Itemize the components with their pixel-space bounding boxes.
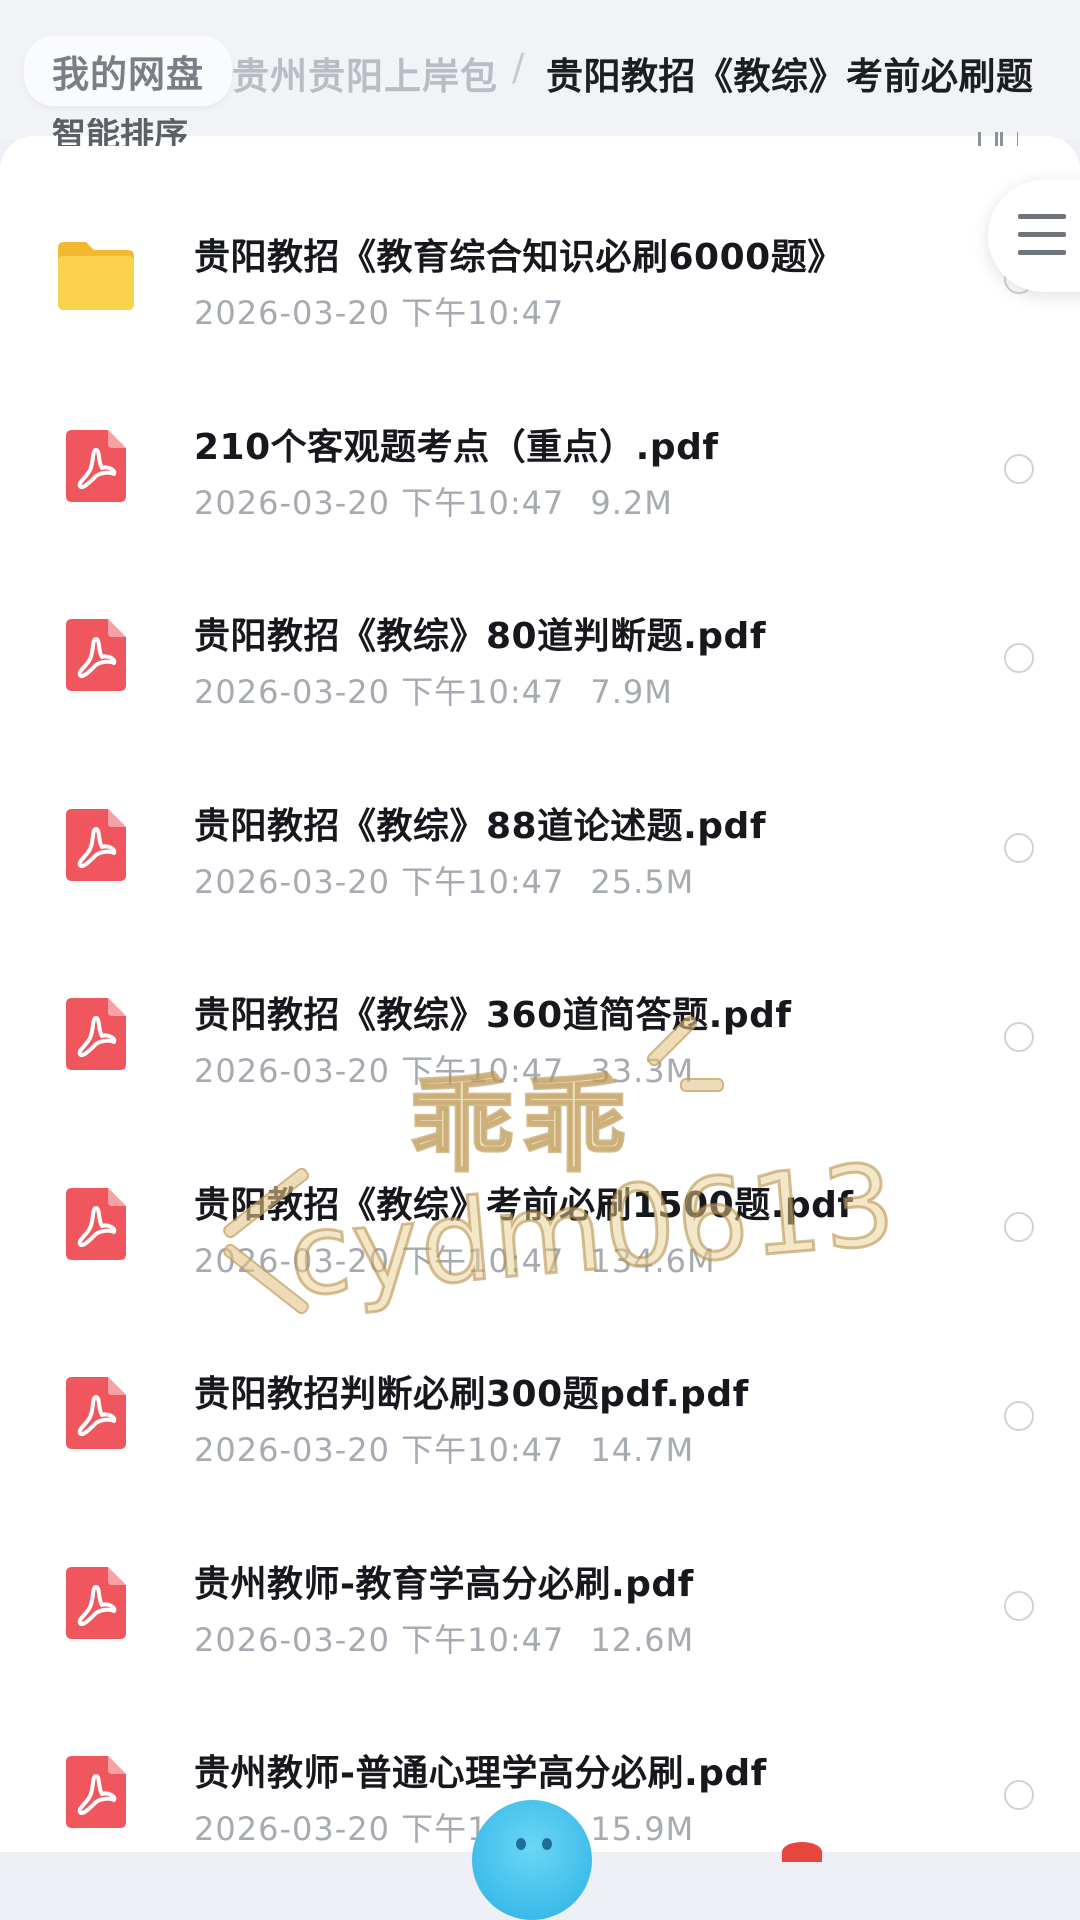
- grid-view-icon[interactable]: [978, 132, 1018, 146]
- file-date: 2026-03-20 下午10:47: [194, 862, 565, 901]
- breadcrumb-current-folder: 贵阳教招《教综》考前必刷题: [546, 55, 1034, 98]
- pdf-file-icon: [64, 1565, 128, 1641]
- file-name: 贵阳教招《教综》80道判断题.pdf: [194, 616, 766, 657]
- pdf-file-icon: [64, 1375, 128, 1451]
- select-radio[interactable]: [1004, 453, 1034, 484]
- file-date: 2026-03-20 下午10:47: [194, 1431, 565, 1469]
- file-name: 贵阳教招判断必刷300题pdf.pdf: [194, 1374, 749, 1415]
- breadcrumb-separator: /: [512, 46, 525, 89]
- file-meta: 2026-03-20 下午10:47 12.6M: [194, 1615, 694, 1661]
- pdf-file-icon: [64, 617, 128, 693]
- notification-dot-icon: [782, 1842, 822, 1862]
- file-date: 2026-03-20 下午10:47: [194, 673, 565, 711]
- file-name: 贵州教师-普通心理学高分必刷.pdf: [194, 1753, 767, 1794]
- menu-icon: [1018, 214, 1066, 219]
- select-radio[interactable]: [1004, 832, 1034, 863]
- select-radio[interactable]: [1004, 1211, 1034, 1242]
- file-meta: 2026-03-20 下午10:47: [194, 288, 564, 334]
- breadcrumb-root-my-drive[interactable]: 我的网盘: [24, 36, 232, 106]
- file-name: 贵阳教招《教综》88道论述题.pdf: [194, 805, 766, 847]
- file-date: 2026-03-20 下午10:47: [194, 1620, 565, 1659]
- sort-button[interactable]: 智能排序: [52, 118, 188, 146]
- pdf-file-icon: [64, 807, 128, 883]
- file-date: 2026-03-20 下午10:47: [194, 294, 565, 332]
- breadcrumb-parent-folder[interactable]: 贵州贵阳上岸包: [232, 46, 498, 100]
- pdf-file-icon: [64, 1186, 128, 1262]
- file-date: 2026-03-20 下午10:47: [194, 483, 565, 522]
- file-size: 15.9M: [590, 1810, 695, 1848]
- file-name: 210个客观题考点（重点）.pdf: [194, 426, 719, 468]
- pdf-file-icon: [64, 1754, 128, 1830]
- file-list-item[interactable]: 贵阳教招《教综》80道判断题.pdf 2026-03-20 下午10:47 7.9M: [0, 561, 1080, 751]
- file-meta: 2026-03-20 下午10:47 14.7M: [194, 1425, 694, 1471]
- select-radio[interactable]: [1004, 1780, 1034, 1810]
- pdf-file-icon: [64, 428, 128, 504]
- file-meta: 2026-03-20 下午10:47 9.2M: [194, 478, 673, 524]
- file-size: 9.2M: [590, 483, 673, 522]
- file-name: 贵州教师-教育学高分必刷.pdf: [194, 1563, 694, 1605]
- file-list-item[interactable]: 贵阳教招《教综》88道论述题.pdf 2026-03-20 下午10:47 25.5…: [0, 751, 1080, 941]
- file-name: 贵阳教招《教综》360道简答题.pdf: [194, 995, 792, 1036]
- file-size: 14.7M: [590, 1431, 695, 1469]
- select-radio[interactable]: [1004, 1401, 1034, 1431]
- select-radio[interactable]: [1004, 643, 1034, 673]
- folder-icon: [54, 234, 138, 314]
- file-list-item[interactable]: 210个客观题考点（重点）.pdf 2026-03-20 下午10:47 9.2M: [0, 372, 1080, 562]
- file-meta: 2026-03-20 下午10:47 15.9M: [194, 1804, 694, 1850]
- file-size: 7.9M: [590, 673, 673, 711]
- file-meta: 2026-03-20 下午10:47 7.9M: [194, 667, 673, 713]
- file-meta: 2026-03-20 下午10:47 25.5M: [194, 857, 694, 903]
- file-size: 12.6M: [590, 1620, 695, 1659]
- file-size: 25.5M: [590, 862, 695, 901]
- file-list-item[interactable]: 贵阳教招《教育综合知识必刷6000题》 2026-03-20 下午10:47: [0, 182, 1080, 372]
- select-radio[interactable]: [1004, 1022, 1034, 1052]
- pdf-file-icon: [64, 996, 128, 1072]
- file-list-item[interactable]: 贵阳教招判断必刷300题pdf.pdf 2026-03-20 下午10:47 14.…: [0, 1319, 1080, 1509]
- assistant-avatar-icon[interactable]: [472, 1800, 592, 1920]
- select-radio[interactable]: [1004, 1590, 1034, 1621]
- watermark-stroke: [680, 1078, 724, 1092]
- file-list-item[interactable]: 贵州教师-教育学高分必刷.pdf 2026-03-20 下午10:47 12.6M: [0, 1509, 1080, 1699]
- file-name: 贵阳教招《教育综合知识必刷6000题》: [194, 237, 844, 278]
